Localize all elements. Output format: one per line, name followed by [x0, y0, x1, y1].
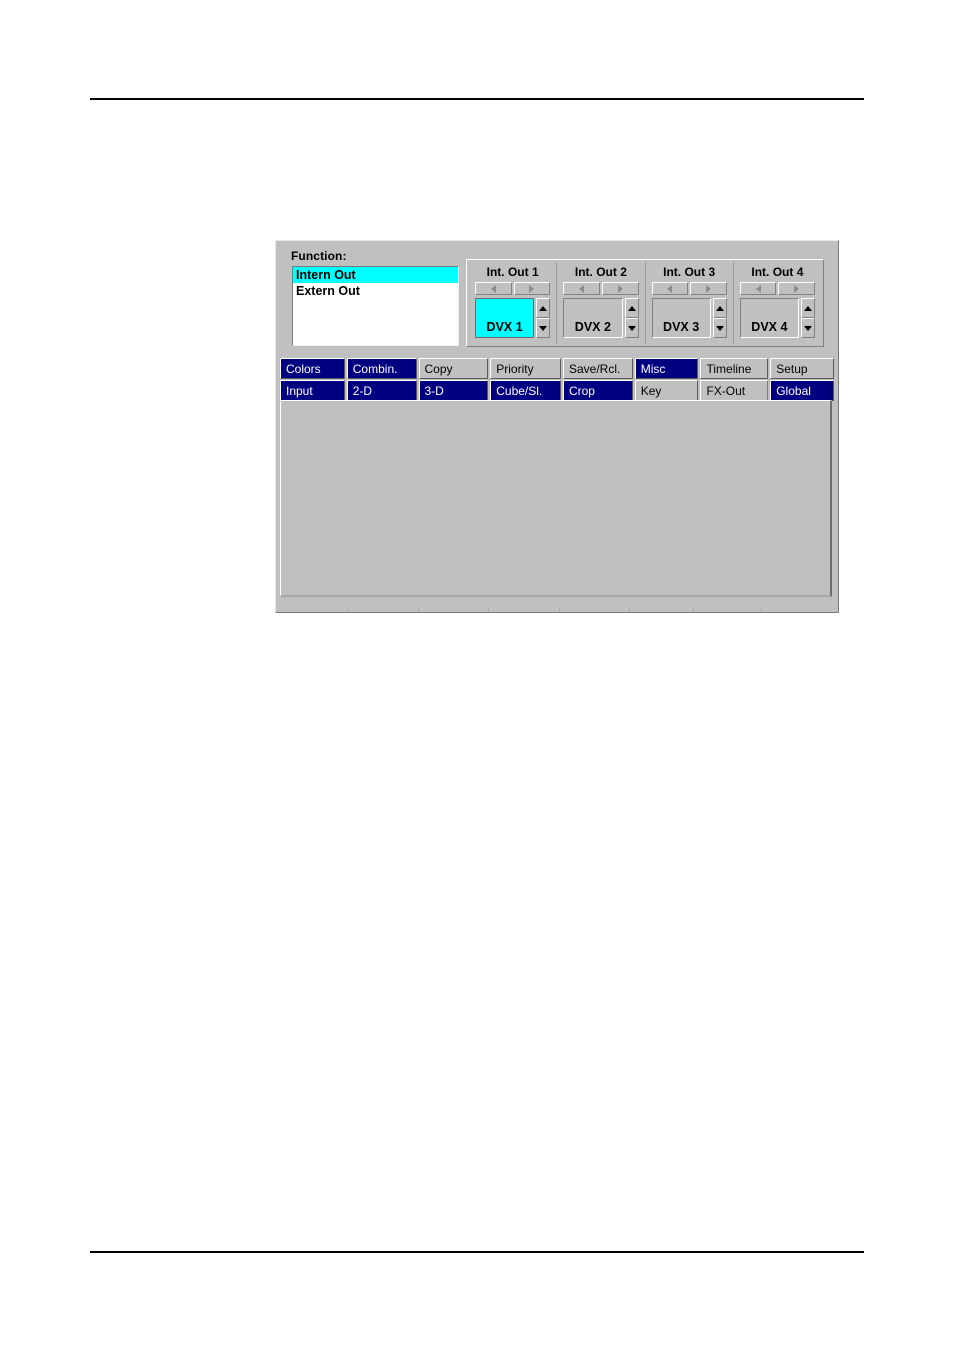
- tab-priority[interactable]: Priority: [490, 358, 561, 379]
- int-out-1-value-box[interactable]: DVX 1: [475, 298, 535, 338]
- triangle-right-icon: [705, 284, 711, 293]
- triangle-right-icon: [794, 284, 800, 293]
- tab-colors[interactable]: Colors: [280, 358, 345, 379]
- int-out-1-column: Int. Out 1 DVX 1: [469, 262, 558, 344]
- triangle-left-icon: [755, 284, 761, 293]
- int-out-1-prev-button[interactable]: [475, 282, 512, 295]
- tab-crop[interactable]: Crop: [562, 380, 633, 401]
- bottom-tick: [418, 607, 419, 612]
- int-out-2-nav-arrows: [561, 282, 640, 295]
- page-footer-rule: [90, 1251, 864, 1253]
- int-out-2-column: Int. Out 2 DVX 2: [557, 262, 646, 344]
- triangle-left-icon: [579, 284, 585, 293]
- triangle-left-icon: [490, 284, 496, 293]
- int-out-4-spin-down-button[interactable]: [801, 318, 815, 338]
- int-out-4-title: Int. Out 4: [751, 265, 804, 279]
- int-out-4-next-button[interactable]: [778, 282, 815, 295]
- dve-control-window: Function: Intern Out Extern Out Int. Out…: [275, 240, 839, 613]
- int-out-1-nav-arrows: [473, 282, 552, 295]
- int-out-1-spinner: [536, 298, 551, 338]
- tab-copy[interactable]: Copy: [418, 358, 489, 379]
- bottom-tick-marks: [280, 607, 836, 612]
- tab-row-primary: Colors Combin. Copy Priority Save/Rcl. M…: [280, 358, 836, 379]
- triangle-down-icon: [539, 325, 548, 331]
- int-out-4-value: DVX 4: [751, 320, 788, 334]
- triangle-down-icon: [627, 325, 636, 331]
- int-out-4-spinner: [801, 298, 815, 338]
- int-out-3-prev-button[interactable]: [651, 282, 689, 295]
- triangle-right-icon: [529, 284, 535, 293]
- tab-strip: Colors Combin. Copy Priority Save/Rcl. M…: [280, 358, 836, 401]
- function-listbox[interactable]: Intern Out Extern Out: [292, 266, 459, 346]
- tab-cube-slide[interactable]: Cube/Sl.: [490, 380, 561, 401]
- int-out-1-value: DVX 1: [486, 320, 523, 334]
- triangle-down-icon: [804, 325, 812, 331]
- int-out-1-spin-up-button[interactable]: [536, 298, 551, 318]
- page-header-rule: [90, 98, 864, 100]
- triangle-up-icon: [715, 305, 724, 311]
- int-out-1-title: Int. Out 1: [486, 265, 539, 279]
- int-out-3-spin-up-button[interactable]: [712, 298, 727, 318]
- int-out-3-nav-arrows: [650, 282, 729, 295]
- int-out-2-title: Int. Out 2: [574, 265, 627, 279]
- int-out-2-spinner: [624, 298, 639, 338]
- list-item-intern-out[interactable]: Intern Out: [293, 267, 458, 283]
- bottom-tick: [488, 607, 489, 612]
- internal-outputs-group: Int. Out 1 DVX 1 Int. Out 2 DVX 2 Int. O…: [466, 259, 824, 347]
- tab-combin[interactable]: Combin.: [346, 358, 417, 379]
- int-out-4-value-row: DVX 4: [738, 298, 817, 338]
- bottom-tick: [629, 607, 630, 612]
- int-out-2-value: DVX 2: [574, 320, 611, 334]
- int-out-3-value-row: DVX 3: [650, 298, 729, 338]
- tab-row-secondary: Input 2-D 3-D Cube/Sl. Crop Key FX-Out G…: [280, 380, 836, 401]
- tab-fx-out[interactable]: FX-Out: [700, 380, 769, 401]
- int-out-4-column: Int. Out 4 DVX 4: [734, 262, 821, 344]
- bottom-tick: [761, 607, 762, 612]
- int-out-3-spin-down-button[interactable]: [712, 318, 727, 338]
- int-out-3-title: Int. Out 3: [663, 265, 716, 279]
- tab-input[interactable]: Input: [280, 380, 345, 401]
- tab-save-recall[interactable]: Save/Rcl.: [562, 358, 633, 379]
- int-out-4-value-box[interactable]: DVX 4: [739, 298, 799, 338]
- int-out-3-value-box[interactable]: DVX 3: [651, 298, 711, 338]
- bottom-tick: [348, 607, 349, 612]
- int-out-3-value: DVX 3: [663, 320, 700, 334]
- int-out-2-value-box[interactable]: DVX 2: [563, 298, 623, 338]
- tab-misc[interactable]: Misc: [634, 358, 699, 379]
- tab-2d[interactable]: 2-D: [346, 380, 417, 401]
- tab-setup[interactable]: Setup: [770, 358, 834, 379]
- triangle-up-icon: [804, 305, 812, 311]
- int-out-4-spin-up-button[interactable]: [801, 298, 815, 318]
- list-item-extern-out[interactable]: Extern Out: [293, 283, 458, 299]
- function-label: Function:: [291, 249, 347, 263]
- tab-3d[interactable]: 3-D: [418, 380, 489, 401]
- fx-out-content-pane: [280, 400, 832, 597]
- bottom-tick: [693, 607, 694, 612]
- int-out-1-value-row: DVX 1: [473, 298, 552, 338]
- int-out-2-next-button[interactable]: [601, 282, 639, 295]
- int-out-4-nav-arrows: [738, 282, 817, 295]
- triangle-down-icon: [715, 325, 724, 331]
- int-out-2-value-row: DVX 2: [561, 298, 640, 338]
- tab-global[interactable]: Global: [770, 380, 834, 401]
- int-out-3-spinner: [712, 298, 727, 338]
- triangle-left-icon: [667, 284, 673, 293]
- tab-timeline[interactable]: Timeline: [700, 358, 769, 379]
- int-out-1-spin-down-button[interactable]: [536, 318, 551, 338]
- function-selection-region: Function: Intern Out Extern Out Int. Out…: [276, 241, 838, 354]
- triangle-up-icon: [539, 305, 548, 311]
- int-out-3-next-button[interactable]: [690, 282, 727, 295]
- triangle-right-icon: [617, 284, 623, 293]
- int-out-2-spin-up-button[interactable]: [624, 298, 639, 318]
- int-out-2-spin-down-button[interactable]: [624, 318, 639, 338]
- int-out-4-prev-button[interactable]: [739, 282, 777, 295]
- int-out-2-prev-button[interactable]: [563, 282, 600, 295]
- int-out-1-next-button[interactable]: [513, 282, 551, 295]
- bottom-tick: [559, 607, 560, 612]
- tab-key[interactable]: Key: [634, 380, 699, 401]
- triangle-up-icon: [627, 305, 636, 311]
- int-out-3-column: Int. Out 3 DVX 3: [646, 262, 734, 344]
